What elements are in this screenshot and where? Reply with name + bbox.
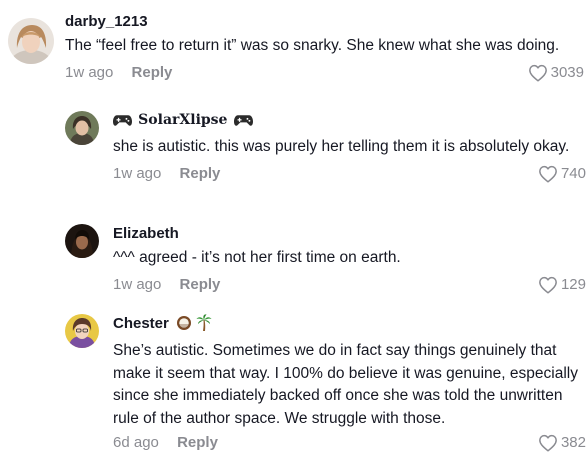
like-button[interactable]: 3039 [528,62,584,84]
reply-button[interactable]: Reply [180,163,221,185]
avatar[interactable] [65,224,99,258]
comment-meta: 1w ago Reply 740 [113,163,586,185]
heart-icon [538,434,558,452]
comment-username-row: Chester [113,314,586,337]
reply-button[interactable]: Reply [180,274,221,296]
like-count: 3039 [550,63,584,81]
comment-timestamp: 1w ago [113,275,162,293]
comment-text: She’s autistic. Sometimes we do in fact … [113,342,578,427]
comment-meta: 6d ago Reply 382 [113,432,586,454]
comment-username[interactable]: SolarXlipse [138,112,227,128]
like-count: 740 [560,164,586,182]
like-button[interactable]: 740 [538,163,586,185]
like-count: 129 [560,275,586,293]
comment-body: Elizabeth ^^^ agreed - it’s not her firs… [113,224,586,296]
comment-body: Chester She’s autistic. Sometimes we do … [113,314,586,454]
comment-meta: 1w ago Reply 129 [113,274,586,296]
comment-username-row: SolarXlipse [113,110,586,133]
reply-button[interactable]: Reply [132,62,173,84]
coconut-icon [176,315,192,337]
reply-button[interactable]: Reply [177,432,218,454]
comment-timestamp: 6d ago [113,434,159,451]
comment-text: ^^^ agreed - it’s not her first time on … [113,249,401,266]
comment-text: The “feel free to return it” was so snar… [65,37,560,54]
comment-meta: 1w ago Reply 3039 [65,62,584,84]
gamepad-icon [233,113,253,133]
heart-icon [538,276,558,294]
like-button[interactable]: 129 [538,274,586,296]
comment-text: she is autistic. this was purely her tel… [113,138,570,155]
heart-icon [528,64,548,82]
comment-body: darby_1213 The “feel free to return it” … [65,12,584,84]
avatar[interactable] [8,18,54,64]
comment-username[interactable]: Chester [113,315,169,332]
like-button[interactable]: 382 [538,432,586,454]
comment-body: SolarXlipse she is autistic. this was pu… [113,110,586,185]
like-count: 382 [560,434,586,451]
avatar[interactable] [65,111,99,145]
palm-tree-icon [196,314,212,337]
avatar[interactable] [65,314,99,348]
gamepad-icon [113,113,132,133]
comment-timestamp: 1w ago [113,164,162,182]
comment-username[interactable]: darby_1213 [65,12,584,32]
comment-username[interactable]: Elizabeth [113,224,586,244]
comment-timestamp: 1w ago [65,63,114,81]
heart-icon [538,165,558,183]
